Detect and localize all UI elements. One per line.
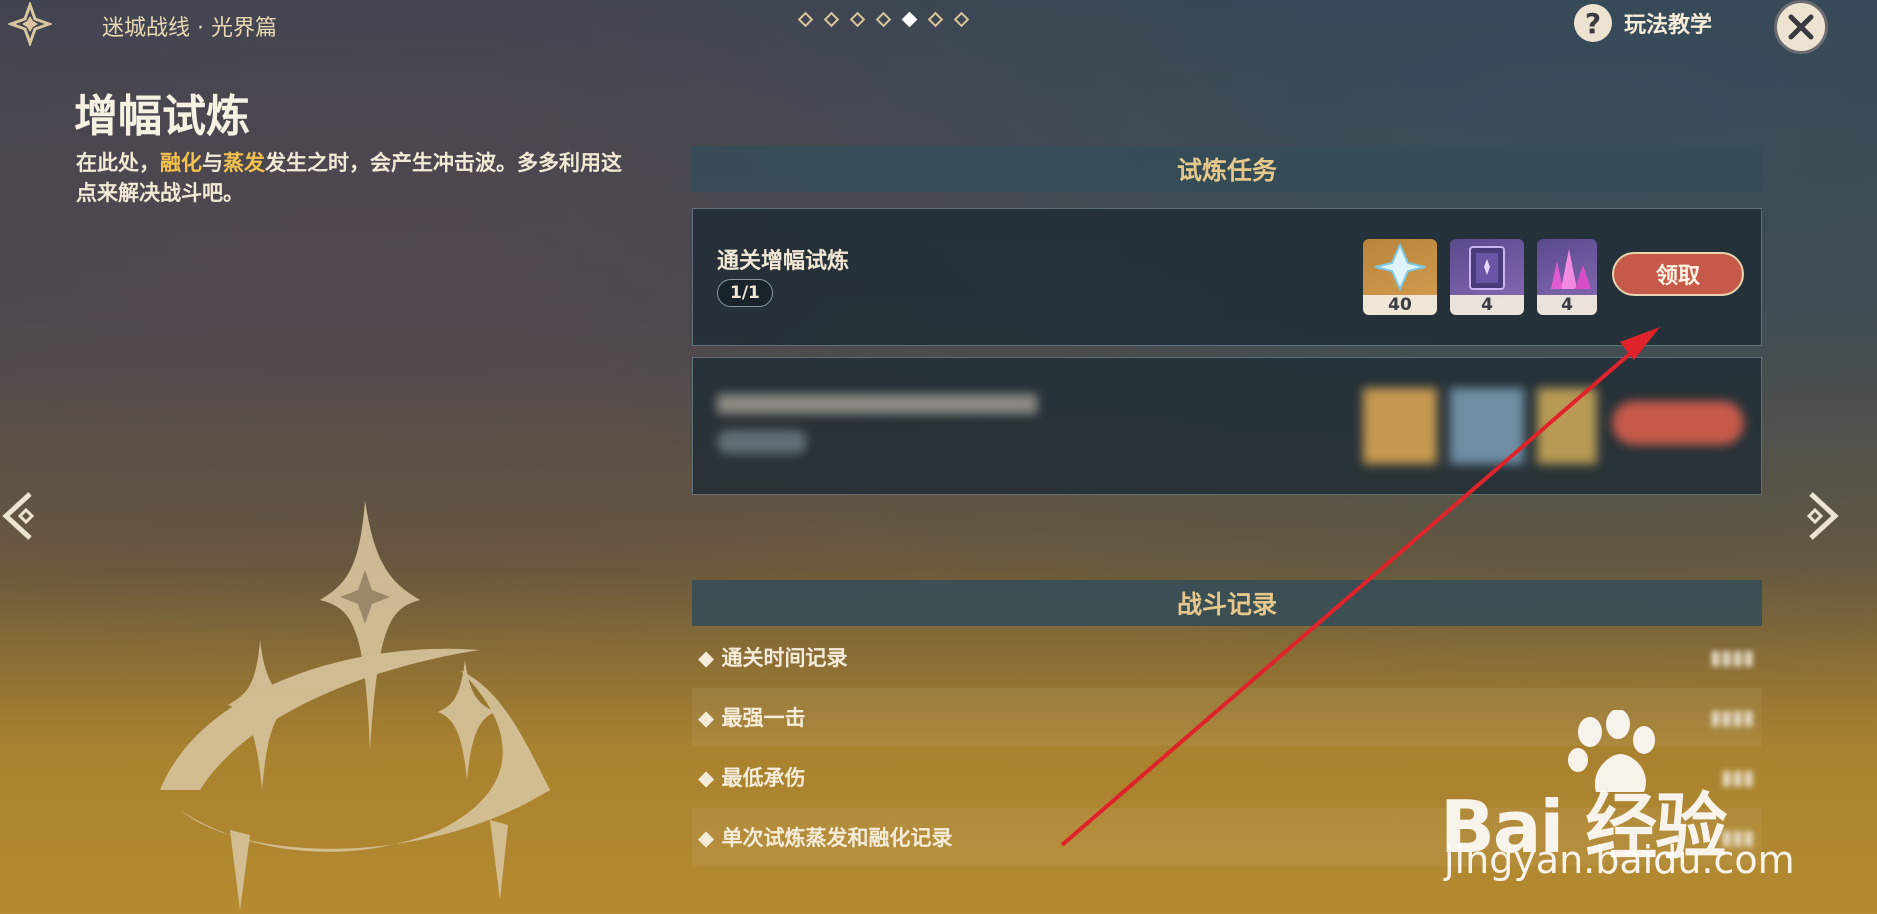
- help-label: 玩法教学: [1624, 13, 1713, 38]
- prev-page-arrow-icon[interactable]: [0, 488, 46, 544]
- reward-count: 4: [1450, 295, 1524, 315]
- close-button[interactable]: [1774, 0, 1828, 54]
- event-emblem-icon: [8, 2, 52, 46]
- reward-count: 4: [1537, 295, 1597, 315]
- desc-highlight-melt: 融化: [160, 151, 202, 175]
- battle-records-header: 战斗记录: [692, 580, 1762, 626]
- page-dot[interactable]: [823, 11, 840, 28]
- next-page-arrow-icon[interactable]: [1795, 488, 1841, 544]
- record-value-obscured: ▮▮▮▮: [1709, 645, 1754, 669]
- desc-text: 与: [202, 151, 223, 175]
- baidu-jingyan-watermark: Bai 经验 jingyan.baidu.com: [1440, 710, 1840, 882]
- desc-text: 在此处，: [76, 151, 160, 175]
- obscured-task-content: [693, 358, 1761, 494]
- record-label: ◆ 最强一击: [698, 706, 806, 730]
- reward-slot[interactable]: 40: [1363, 239, 1437, 315]
- record-label: ◆ 单次试炼蒸发和融化记录: [698, 826, 953, 850]
- page-indicator: [797, 11, 970, 28]
- event-title: 迷城战线 · 光界篇: [102, 16, 277, 41]
- page-dot[interactable]: [797, 11, 814, 28]
- help-button[interactable]: ? 玩法教学: [1574, 4, 1712, 42]
- trial-tasks-header: 试炼任务: [692, 146, 1762, 192]
- page-dot[interactable]: [927, 11, 944, 28]
- task-item: 通关增幅试炼 1/1 40 4 4 领取: [692, 208, 1762, 346]
- page-dot[interactable]: [875, 11, 892, 28]
- close-icon: [1788, 14, 1814, 40]
- heros-wit-book-icon: [1469, 246, 1505, 290]
- primogem-icon: [1374, 242, 1426, 292]
- task-name: 通关增幅试炼: [717, 249, 850, 274]
- reward-count: 40: [1363, 295, 1437, 315]
- record-label: ◆ 最低承伤: [698, 766, 806, 790]
- claim-button[interactable]: 领取: [1612, 252, 1744, 296]
- task-item-obscured: [692, 357, 1762, 495]
- reward-slot[interactable]: 4: [1450, 239, 1524, 315]
- mystic-crystal-icon: [1551, 249, 1591, 289]
- trial-description: 在此处，融化与蒸发发生之时，会产生冲击波。多多利用这点来解决战斗吧。: [76, 148, 636, 208]
- watermark-url: jingyan.baidu.com: [1444, 838, 1795, 882]
- desc-highlight-vaporize: 蒸发: [223, 151, 265, 175]
- task-progress: 1/1: [717, 279, 773, 307]
- record-row: ◆ 通关时间记录 ▮▮▮▮: [692, 628, 1762, 686]
- page-dot[interactable]: [953, 11, 970, 28]
- question-icon: ?: [1574, 4, 1612, 42]
- record-label: ◆ 通关时间记录: [698, 646, 848, 670]
- page-dot[interactable]: [849, 11, 866, 28]
- trial-emblem-icon: [160, 500, 550, 910]
- page-dot-active[interactable]: [901, 11, 918, 28]
- reward-slot[interactable]: 4: [1537, 239, 1597, 315]
- page-title: 增幅试炼: [74, 91, 250, 142]
